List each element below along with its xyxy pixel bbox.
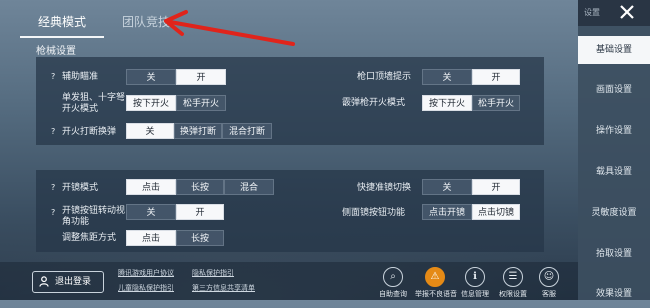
sidebar-item-vehicle[interactable]: 载具设置 xyxy=(578,158,650,186)
fire-interrupt-reload[interactable]: 换弹打断 xyxy=(174,123,222,139)
self-service-label: 自助查询 xyxy=(379,290,407,298)
close-icon[interactable] xyxy=(618,3,636,21)
quick-scope-label: 快捷准镜切换 xyxy=(357,183,412,193)
single-fire-press[interactable]: 按下开火 xyxy=(126,95,176,111)
sidebar-header: 设置 xyxy=(578,0,650,26)
focus-mode-hold[interactable]: 长按 xyxy=(176,230,224,246)
sidebar-item-basic[interactable]: 基础设置 xyxy=(578,36,650,64)
scope-view-label: 开镜按钮转动视角功能 xyxy=(62,206,126,227)
sidebar-title: 设置 xyxy=(584,8,600,17)
sidebar-item-effects[interactable]: 效果设置 xyxy=(578,280,650,308)
quick-scope-on[interactable]: 开 xyxy=(472,179,520,195)
scope-mode-tap[interactable]: 点击 xyxy=(126,179,176,195)
logout-icon xyxy=(39,276,49,287)
scope-mode-mixed[interactable]: 混合 xyxy=(224,179,274,195)
sidebar-item-graphics[interactable]: 画面设置 xyxy=(578,76,650,104)
logout-button[interactable]: 退出登录 xyxy=(32,271,104,293)
sidebar-item-controls[interactable]: 操作设置 xyxy=(578,117,650,145)
single-fire-label: 单发狙、十字弩开火模式 xyxy=(62,93,126,114)
scope-mode-label: 开镜模式 xyxy=(62,183,99,193)
link-user-agreement[interactable]: 腾讯游戏用户协议 xyxy=(118,268,174,278)
logout-label: 退出登录 xyxy=(55,277,92,287)
side-scope-toggle: 点击开镜 点击切镜 xyxy=(422,204,520,220)
permission-icon[interactable]: ☰ xyxy=(503,267,523,287)
side-scope-switch[interactable]: 点击切镜 xyxy=(472,204,520,220)
fire-interrupt-off[interactable]: 关 xyxy=(126,123,174,139)
quick-scope-toggle: 关 开 xyxy=(422,179,520,195)
red-arrow-annotation xyxy=(164,10,295,46)
focus-mode-tap[interactable]: 点击 xyxy=(126,230,176,246)
report-voice-label: 举报不良语音 xyxy=(415,290,457,298)
aim-assist-on[interactable]: 开 xyxy=(176,69,226,85)
warning-icon[interactable]: ⚠ xyxy=(425,267,445,287)
shotgun-fire-press[interactable]: 按下开火 xyxy=(422,95,472,111)
sidebar-item-sensitivity[interactable]: 灵敏度设置 xyxy=(578,199,650,227)
sidebar-item-pickup[interactable]: 拾取设置 xyxy=(578,240,650,268)
help-icon[interactable]: ? xyxy=(51,127,55,136)
focus-mode-label: 调整焦距方式 xyxy=(62,233,117,243)
scope-view-toggle: 关 开 xyxy=(126,204,224,220)
side-scope-label: 侧面镜按钮功能 xyxy=(342,208,406,218)
shotgun-fire-toggle: 按下开火 松手开火 xyxy=(422,95,520,111)
aim-assist-label: 辅助瞄准 xyxy=(62,72,99,82)
scope-view-off[interactable]: 关 xyxy=(126,204,176,220)
link-privacy-guide[interactable]: 隐私保护指引 xyxy=(192,268,234,278)
single-fire-release[interactable]: 松手开火 xyxy=(176,95,226,111)
muzzle-hint-on[interactable]: 开 xyxy=(472,69,520,85)
info-manage-label: 信息管理 xyxy=(461,290,489,298)
muzzle-hint-off[interactable]: 关 xyxy=(422,69,472,85)
muzzle-hint-label: 枪口顶墙提示 xyxy=(357,72,412,82)
section-title: 枪械设置 xyxy=(36,46,76,57)
support-label: 客服 xyxy=(542,290,556,298)
focus-mode-toggle: 点击 长按 xyxy=(126,230,224,246)
scope-view-on[interactable]: 开 xyxy=(176,204,224,220)
muzzle-hint-toggle: 关 开 xyxy=(422,69,520,85)
aim-assist-toggle: 关 开 xyxy=(126,69,226,85)
permission-label: 权限设置 xyxy=(499,290,527,298)
scope-mode-toggle: 点击 长按 混合 xyxy=(126,179,274,195)
link-child-privacy[interactable]: 儿童隐私保护指引 xyxy=(118,283,174,293)
fire-interrupt-mixed[interactable]: 混合打断 xyxy=(222,123,272,139)
settings-sidebar: 设置 基础设置 画面设置 操作设置 载具设置 灵敏度设置 拾取设置 效果设置 xyxy=(578,0,650,300)
magnifier-icon[interactable]: ⌕ xyxy=(383,267,403,287)
support-icon[interactable]: ☺ xyxy=(539,267,559,287)
shotgun-fire-label: 霰弹枪开火模式 xyxy=(342,98,406,108)
single-fire-toggle: 按下开火 松手开火 xyxy=(126,95,226,111)
info-icon[interactable]: ℹ xyxy=(465,267,485,287)
fire-interrupt-label: 开火打断换弹 xyxy=(62,127,117,137)
help-icon[interactable]: ? xyxy=(51,183,55,192)
shotgun-fire-release[interactable]: 松手开火 xyxy=(472,95,520,111)
scope-mode-hold[interactable]: 长按 xyxy=(176,179,224,195)
help-icon[interactable]: ? xyxy=(51,208,55,217)
link-third-party-list[interactable]: 第三方信息共享清单 xyxy=(192,283,255,293)
fire-interrupt-toggle: 关 换弹打断 混合打断 xyxy=(126,123,272,139)
tab-classic-mode[interactable]: 经典模式 xyxy=(20,8,104,38)
quick-scope-off[interactable]: 关 xyxy=(422,179,472,195)
help-icon[interactable]: ? xyxy=(51,72,55,81)
side-scope-open[interactable]: 点击开镜 xyxy=(422,204,472,220)
aim-assist-off[interactable]: 关 xyxy=(126,69,176,85)
